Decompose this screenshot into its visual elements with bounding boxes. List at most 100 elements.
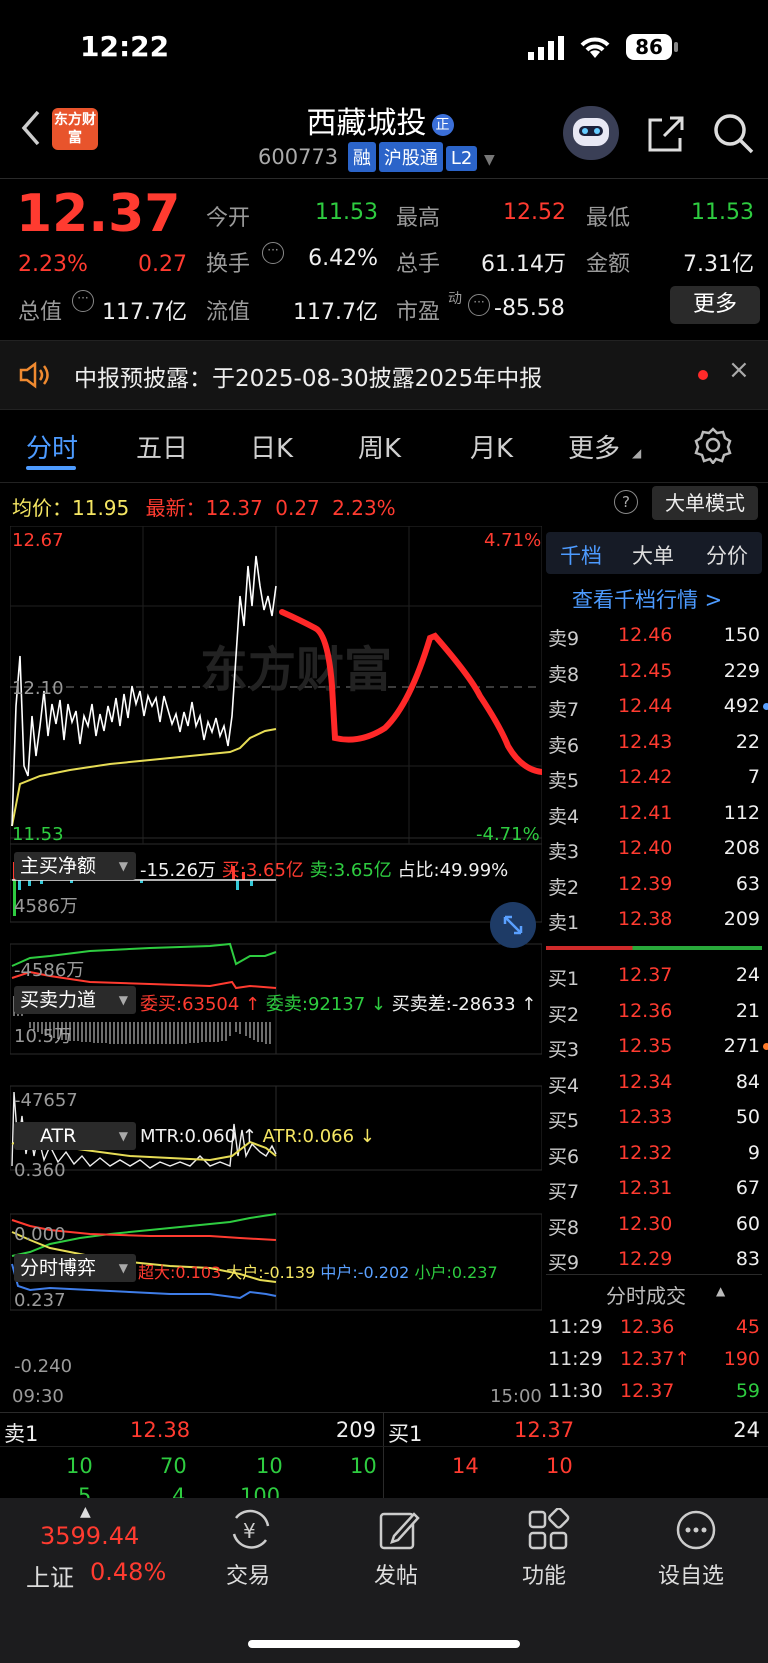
stock-code-row[interactable]: 600773 融沪股通 L2 ▼	[258, 142, 495, 172]
apps-icon[interactable]	[526, 1508, 570, 1552]
gear-icon[interactable]	[694, 426, 732, 464]
big-order-mode-button[interactable]: 大单模式	[652, 486, 758, 520]
more-button[interactable]: 更多	[670, 286, 760, 324]
tab-monthk[interactable]: 月K	[470, 428, 513, 465]
force-bottom: -47657	[14, 1090, 78, 1111]
buy-level-row[interactable]: 买6 12.32 9	[548, 1136, 764, 1171]
change-value: 0.27	[138, 252, 187, 277]
buy-level-row[interactable]: 买2 12.36 21	[548, 994, 764, 1029]
buy-level-row[interactable]: 买3 12.35 271	[548, 1029, 768, 1064]
sell-level-label: 卖3	[548, 841, 580, 863]
tab-big-order[interactable]: 大单	[632, 540, 674, 570]
expand-icon[interactable]	[490, 902, 536, 948]
latest-change: 0.27	[275, 496, 320, 520]
back-icon[interactable]	[18, 108, 42, 148]
latest-label: 最新：	[145, 496, 206, 520]
intraday-chart[interactable]: 东方财富	[10, 526, 542, 1526]
active-tab-indicator	[26, 466, 76, 470]
sell-level-row[interactable]: 卖2 12.39 63	[548, 867, 764, 902]
tab-dayk[interactable]: 日K	[250, 428, 293, 465]
buy-level-row[interactable]: 买4 12.34 84	[548, 1065, 764, 1100]
tab-more[interactable]: 更多	[568, 428, 620, 465]
sell-level-row[interactable]: 卖4 12.41 112	[548, 796, 764, 831]
sell-level-row[interactable]: 卖1 12.38 209	[548, 902, 764, 937]
game-values: 超大:0.103 大户:-0.139 中户:-0.202 小户:0.237	[138, 1259, 498, 1283]
buy-level-price: 12.35	[618, 1035, 673, 1057]
speaker-icon	[19, 361, 49, 389]
latest-value: 12.37	[205, 496, 263, 520]
sell-level-price: 12.42	[618, 766, 673, 788]
atr-selector[interactable]: ATR ▼	[14, 1122, 136, 1150]
atr-top: 0.360	[14, 1160, 66, 1181]
sell-level-volume: 112	[723, 801, 760, 824]
buy-level-label: 买6	[548, 1145, 580, 1168]
amount-label: 金额	[586, 252, 631, 277]
buy-level-row[interactable]: 买8 12.30 60	[548, 1207, 764, 1242]
buy-level-label: 买1	[548, 968, 580, 990]
buy-level-price: 12.36	[618, 999, 673, 1022]
buy-level-row[interactable]: 买7 12.31 67	[548, 1171, 764, 1206]
close-icon[interactable]: ×	[728, 355, 750, 385]
stock-badge: 正	[431, 114, 454, 136]
sell-level-volume: 22	[735, 730, 760, 753]
sell-level-row[interactable]: 卖3 12.40 208	[548, 831, 764, 866]
open-label: 今开	[206, 206, 251, 231]
tag-l2: L2	[445, 146, 478, 171]
order-marker-dot	[763, 1043, 768, 1050]
x-end-label: 15:00	[490, 1386, 542, 1407]
avg-price-line	[11, 728, 277, 827]
tab-qiandang[interactable]: 千档	[560, 540, 602, 570]
robot-avatar-icon[interactable]	[563, 106, 619, 160]
buy-level-row[interactable]: 买5 12.33 50	[548, 1100, 764, 1135]
game-selector[interactable]: 分时博弈 ▼	[14, 1254, 136, 1282]
trade-time: 11:29	[548, 1348, 603, 1370]
nav-trade[interactable]: 交易	[226, 1558, 270, 1590]
sell-level-row[interactable]: 卖9 12.46 150	[548, 618, 764, 653]
sell-level-row[interactable]: 卖6 12.43 22	[548, 725, 764, 760]
more-dots-icon[interactable]	[674, 1508, 718, 1552]
help-icon[interactable]: ?	[614, 490, 638, 514]
buy-level-row[interactable]: 买1 12.37 24	[548, 958, 764, 993]
buy-level-price: 12.29	[618, 1248, 673, 1270]
notice-bar[interactable]: 中报预披露：于2025-08-30披露2025年中报 ×	[0, 340, 768, 410]
main-net-selector[interactable]: 主买净额 ▼	[14, 852, 136, 880]
sell-level-row[interactable]: 卖8 12.45 229	[548, 654, 764, 689]
index-name[interactable]: 上证	[26, 1558, 74, 1593]
app-logo[interactable]: 东方财富	[52, 108, 98, 150]
sell-level-price: 12.41	[618, 801, 673, 824]
tab-5day[interactable]: 五日	[136, 428, 188, 465]
info-icon[interactable]: ···	[72, 290, 94, 312]
force-values: 委买:63504 ↑ 委卖:92137 ↓ 买卖差:-28633 ↑	[140, 990, 536, 1016]
sell-level-volume: 7	[747, 766, 760, 788]
game-bottom: -0.240	[14, 1356, 73, 1377]
view-depth-link[interactable]: 查看千档行情 >	[572, 584, 722, 614]
info-icon[interactable]: ···	[262, 242, 284, 264]
nav-functions[interactable]: 功能	[522, 1558, 566, 1590]
post-icon[interactable]	[378, 1508, 422, 1552]
home-indicator[interactable]	[248, 1640, 520, 1648]
nav-watchlist[interactable]: 设自选	[658, 1558, 724, 1590]
tab-fenshi[interactable]: 分时	[26, 428, 78, 465]
force-selector[interactable]: 买卖力道 ▼	[14, 986, 136, 1014]
nav-post[interactable]: 发帖	[374, 1558, 418, 1590]
sell-level-price: 12.43	[618, 730, 673, 753]
pe-sup: 动	[448, 291, 462, 307]
bottom-sell-vol: 209	[335, 1418, 376, 1442]
trade-icon[interactable]: ¥	[228, 1508, 274, 1552]
index-value[interactable]: 3599.44	[40, 1522, 139, 1550]
sell-level-row[interactable]: 卖7 12.44 492	[548, 689, 768, 724]
force-label: 买卖力道	[20, 989, 97, 1011]
search-icon[interactable]	[712, 112, 756, 156]
info-icon[interactable]: ···	[468, 294, 490, 316]
sell-level-row[interactable]: 卖5 12.42 7	[548, 760, 764, 795]
tab-weekk[interactable]: 周K	[358, 428, 401, 465]
sell-queue-4: 10	[350, 1454, 377, 1478]
sell-level-volume: 492	[723, 695, 760, 717]
sell-level-label: 卖6	[548, 734, 580, 757]
buy-level-row[interactable]: 买9 12.29 83	[548, 1242, 764, 1277]
tab-price-split[interactable]: 分价	[706, 540, 748, 570]
index-pct[interactable]: 0.48%	[90, 1558, 166, 1586]
share-icon[interactable]	[646, 114, 686, 154]
trades-title[interactable]: 分时成交	[606, 1280, 686, 1309]
buy-level-volume: 83	[735, 1248, 760, 1270]
